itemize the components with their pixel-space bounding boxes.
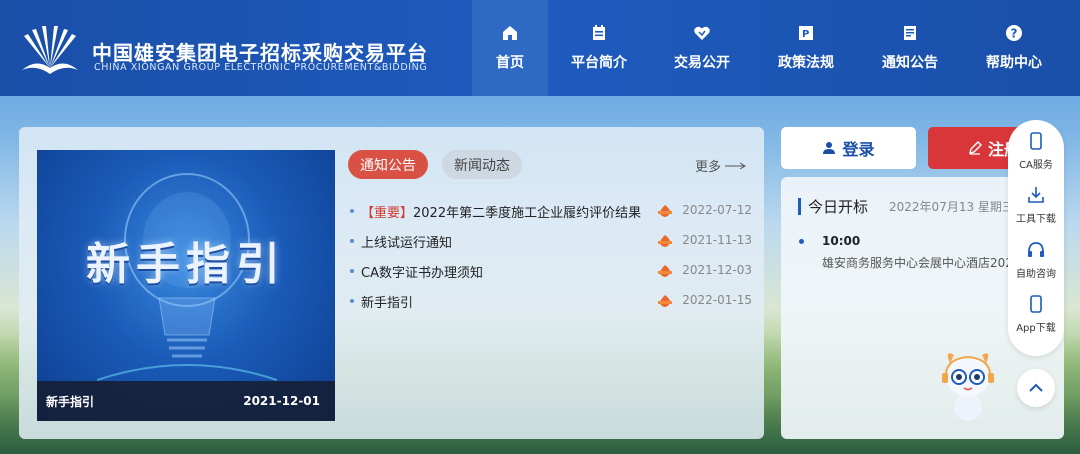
headset-icon: [1028, 242, 1044, 257]
tool-download-button[interactable]: 工具下载: [1008, 186, 1064, 225]
feature-caption-bar: 新手指引 2021-12-01: [37, 381, 335, 421]
news-date: 2021-12-03: [682, 263, 752, 277]
download-icon: [1028, 187, 1044, 203]
news-list: 【重要】2022年第二季度施工企业履约评价结果 2022-07-12 上线试运行…: [350, 196, 752, 316]
app-download-button[interactable]: App下载: [1008, 295, 1064, 334]
news-date: 2022-07-12: [682, 203, 752, 217]
phone-icon: [1030, 132, 1042, 150]
mascot-character-icon[interactable]: [938, 345, 998, 425]
list-item[interactable]: CA数字证书办理须知 2021-12-03: [350, 256, 752, 286]
notice-card: 新手指引 新手指引 2021-12-01 通知公告 新闻动态 更多 【重要】20…: [19, 127, 764, 439]
tab-news[interactable]: 新闻动态: [442, 150, 522, 179]
login-label: 登录: [842, 140, 875, 159]
more-label: 更多: [695, 160, 722, 175]
hot-badge-icon: [658, 295, 672, 307]
more-link[interactable]: 更多: [695, 156, 747, 175]
bullet-dot: [350, 239, 354, 243]
side-label: 自助咨询: [1016, 269, 1056, 280]
top-header: 中国雄安集团电子招标采购交易平台 CHINA XIONGAN GROUP ELE…: [0, 0, 1080, 96]
ca-service-button[interactable]: CA服务: [1008, 132, 1064, 171]
news-date: 2022-01-15: [682, 293, 752, 307]
long-arrow-right-icon: [725, 162, 746, 169]
news-date: 2021-11-13: [682, 233, 752, 247]
side-label: 工具下载: [1016, 214, 1056, 225]
nav-notices[interactable]: 通知公告: [858, 0, 962, 96]
main-nav: 首页 平台简介 交易公开 P 政策法规 通知公告 ? 帮助中心: [472, 0, 1066, 96]
today-header: 今日开标 2022年07月13 星期三: [798, 196, 1014, 217]
nav-label: 交易公开: [674, 55, 730, 71]
site-title-en: CHINA XIONGAN GROUP ELECTRONIC PROCUREME…: [94, 62, 428, 73]
side-label: App下载: [1016, 323, 1056, 334]
bid-time: 10:00: [822, 234, 861, 248]
handshake-icon: [694, 26, 710, 40]
today-title: 今日开标: [808, 198, 869, 216]
bullet-dot: [350, 209, 354, 213]
bid-item[interactable]: 10:00 雄安商务服务中心会展中心酒店2022: [799, 234, 1021, 271]
hot-badge-icon: [658, 205, 672, 217]
svg-text:?: ?: [1011, 27, 1018, 41]
feature-date: 2021-12-01: [243, 394, 320, 408]
today-date: 2022年07月13 星期三: [889, 200, 1014, 214]
notice-icon: [904, 26, 916, 40]
nav-label: 帮助中心: [986, 55, 1042, 71]
feature-caption: 新手指引: [46, 394, 95, 409]
floating-toolbar: CA服务 工具下载 自助咨询 App下载: [1008, 120, 1064, 356]
nav-label: 首页: [496, 55, 524, 71]
side-label: CA服务: [1019, 160, 1053, 171]
nav-policy[interactable]: P 政策法规: [754, 0, 858, 96]
xiongan-logo-icon[interactable]: [18, 24, 82, 76]
news-title: 新手指引: [361, 295, 414, 311]
nav-label: 政策法规: [778, 55, 834, 71]
pencil-icon: [969, 141, 982, 155]
calendar-icon: [593, 25, 605, 40]
nav-platform-intro[interactable]: 平台简介: [548, 0, 650, 96]
feature-banner[interactable]: 新手指引 新手指引 2021-12-01: [37, 150, 335, 421]
list-item[interactable]: 上线试运行通知 2021-11-13: [350, 226, 752, 256]
bullet-dot: [799, 238, 804, 244]
self-consult-button[interactable]: 自助咨询: [1008, 241, 1064, 280]
document-p-icon: P: [799, 26, 813, 40]
hot-badge-icon: [658, 235, 672, 247]
important-tag: 【重要】: [361, 205, 414, 221]
nav-trade-public[interactable]: 交易公开: [650, 0, 754, 96]
bullet-dot: [350, 269, 354, 273]
bid-time-row: 10:00: [799, 234, 1021, 248]
phone-icon: [1030, 295, 1042, 313]
chevron-up-icon: [1029, 383, 1043, 392]
home-icon: [503, 26, 517, 40]
back-to-top-button[interactable]: [1017, 369, 1055, 407]
news-title: CA数字证书办理须知: [361, 265, 483, 281]
bid-location: 雄安商务服务中心会展中心酒店2022: [822, 256, 1021, 270]
banner-text: 新手指引: [86, 239, 286, 290]
nav-label: 通知公告: [882, 55, 938, 71]
hot-badge-icon: [658, 265, 672, 277]
nav-home[interactable]: 首页: [472, 0, 548, 96]
user-icon: [823, 142, 836, 154]
login-button[interactable]: 登录: [781, 127, 916, 169]
news-title: 【重要】2022年第二季度施工企业履约评价结果: [361, 205, 642, 221]
list-item[interactable]: 新手指引 2022-01-15: [350, 286, 752, 316]
title-accent-bar: [798, 198, 801, 215]
bullet-dot: [350, 299, 354, 303]
news-tabs: 通知公告 新闻动态: [348, 150, 522, 179]
tab-notices[interactable]: 通知公告: [348, 150, 428, 179]
news-title: 上线试运行通知: [361, 235, 453, 251]
nav-label: 平台简介: [571, 55, 627, 71]
list-item[interactable]: 【重要】2022年第二季度施工企业履约评价结果 2022-07-12: [350, 196, 752, 226]
help-icon: ?: [1006, 25, 1022, 41]
svg-text:P: P: [802, 29, 809, 40]
nav-help[interactable]: ? 帮助中心: [962, 0, 1066, 96]
